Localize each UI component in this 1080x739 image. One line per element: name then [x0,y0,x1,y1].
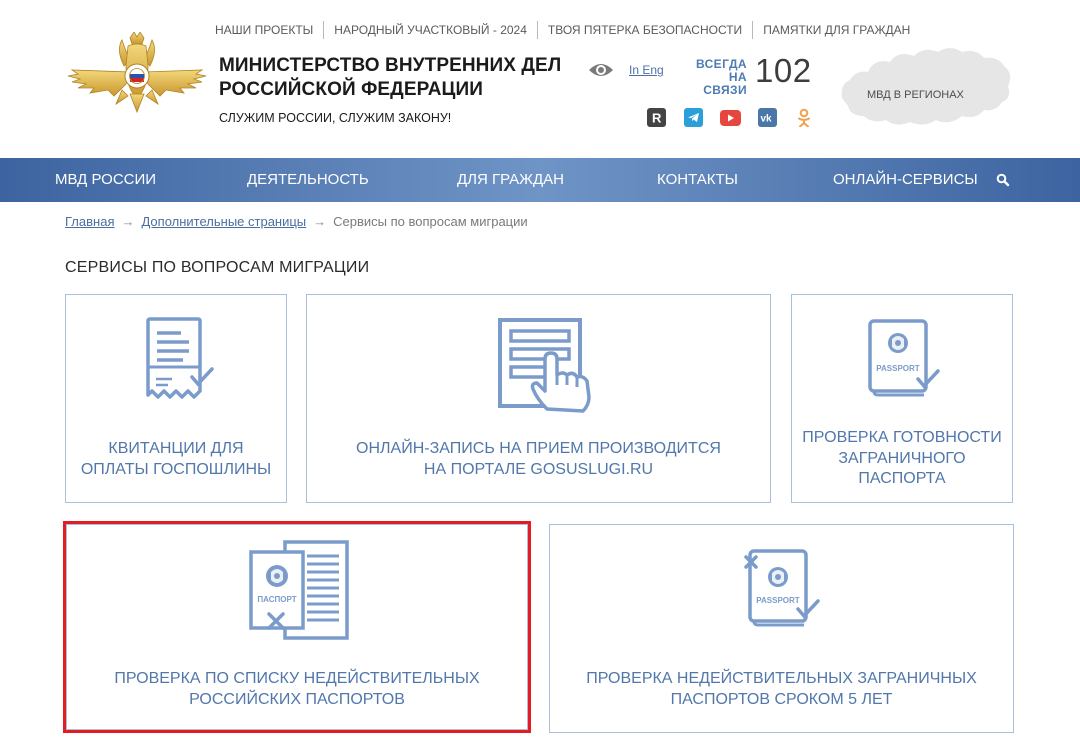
service-card-label: ПРОВЕРКА НЕДЕЙСТВИТЕЛЬНЫХ ЗАГРАНИЧНЫХ ПА… [586,670,977,708]
service-card-invalid-foreign-passports[interactable]: PASSPORT ПРОВЕРКА НЕДЕЙСТВИТЕЛЬНЫХ ЗАГРА… [549,524,1014,733]
top-link-citizen-memos[interactable]: ПАМЯТКИ ДЛЯ ГРАЖДАН [753,21,920,39]
organization-title-line1: МИНИСТЕРСТВО ВНУТРЕННИХ ДЕЛ [219,55,562,76]
passport-label: ПАСПОРТ [257,595,296,604]
top-link-our-projects[interactable]: НАШИ ПРОЕКТЫ [205,21,325,39]
breadcrumb: Главная → Дополнительные страницы → Серв… [65,214,528,229]
russia-map-icon[interactable] [838,40,1014,132]
rutube-icon[interactable]: R [645,108,667,127]
service-card-passport-readiness[interactable]: PASSPORT Проверка готовности заграничног… [791,294,1013,503]
motto: СЛУЖИМ РОССИИ, СЛУЖИМ ЗАКОНУ! [219,111,452,125]
service-card-invalid-russian-passports[interactable]: ПАСПОРТ ПРОВЕРКА ПО СПИСКУ НЕДЕЙСТВИТЕЛЬ… [66,524,528,730]
service-card-online-booking[interactable]: ОНЛАЙН-ЗАПИСЬ НА ПРИЕМ ПРОИЗВОДИТСЯ НА П… [306,294,771,503]
breadcrumb-current: Сервисы по вопросам миграции [333,214,528,229]
organization-title[interactable]: МИНИСТЕРСТВО ВНУТРЕННИХ ДЕЛ РОССИЙСКОЙ Ф… [219,54,561,102]
breadcrumb-separator: → [313,214,327,229]
receipt-icon [146,317,214,399]
search-icon[interactable] [996,173,1010,187]
nav-item-online-services[interactable]: ОНЛАЙН-СЕРВИСЫ [833,158,978,202]
nav-item-for-citizens[interactable]: ДЛЯ ГРАЖДАН [457,158,564,202]
top-link-safety-five[interactable]: ТВОЯ ПЯТЕРКА БЕЗОПАСНОСТИ [538,21,754,39]
service-card-label: КВИТАНЦИИ ДЛЯ ОПЛАТЫ ГОСПОШЛИНЫ [80,440,272,478]
nav-item-mvd-russia[interactable]: МВД РОССИИ [55,158,156,202]
hotline-number[interactable]: 102 [755,52,812,90]
service-card-label: ОНЛАЙН-ЗАПИСЬ НА ПРИЕМ ПРОИЗВОДИТСЯ НА П… [356,440,721,478]
passport-label: PASSPORT [876,364,920,373]
telegram-icon[interactable] [682,108,704,127]
nav-item-contacts[interactable]: КОНТАКТЫ [657,158,738,202]
nav-item-activity[interactable]: ДЕЯТЕЛЬНОСТЬ [247,158,369,202]
service-card-label: ПРОВЕРКА ПО СПИСКУ НЕДЕЙСТВИТЕЛЬНЫХ РОСС… [114,670,480,708]
main-nav: МВД РОССИИ ДЕЯТЕЛЬНОСТЬ ДЛЯ ГРАЖДАН КОНТ… [0,158,1080,202]
hotline-caption-line2: НА СВЯЗИ [703,70,747,97]
passport-label: PASSPORT [756,596,800,605]
breadcrumb-additional-pages[interactable]: Дополнительные страницы [141,214,306,229]
eye-icon[interactable] [588,60,614,80]
vk-icon[interactable]: vk [756,108,778,127]
youtube-icon[interactable] [719,108,741,127]
svg-text:vk: vk [760,114,772,125]
hotline-caption: ВСЕГДА НА СВЯЗИ [684,58,747,97]
english-version-link[interactable]: In Eng [629,63,664,77]
breadcrumb-home[interactable]: Главная [65,214,114,229]
online-booking-icon [498,318,591,413]
odnoklassniki-icon[interactable] [793,108,815,127]
service-card-receipts[interactable]: КВИТАНЦИИ ДЛЯ ОПЛАТЫ ГОСПОШЛИНЫ [65,294,287,503]
top-link-district-officer[interactable]: НАРОДНЫЙ УЧАСТКОВЫЙ - 2024 [324,21,538,39]
breadcrumb-separator: → [121,214,135,229]
passport-check-icon: PASSPORT [868,319,940,397]
mvd-emblem-logo[interactable] [64,32,210,118]
regions-link[interactable]: МВД В РЕГИОНАХ [867,89,964,101]
service-card-label: Проверка готовности заграничного паспорт… [802,429,1002,487]
svg-text:R: R [652,111,662,126]
page-title: СЕРВИСЫ ПО ВОПРОСАМ МИГРАЦИИ [65,259,370,276]
social-links: R vk [645,108,830,127]
invalid-passport-list-icon: ПАСПОРТ [249,540,349,640]
invalid-foreign-passport-icon: PASSPORT [744,549,820,627]
organization-title-line2: РОССИЙСКОЙ ФЕДЕРАЦИИ [219,79,484,100]
top-links: НАШИ ПРОЕКТЫ НАРОДНЫЙ УЧАСТКОВЫЙ - 2024 … [205,20,920,40]
